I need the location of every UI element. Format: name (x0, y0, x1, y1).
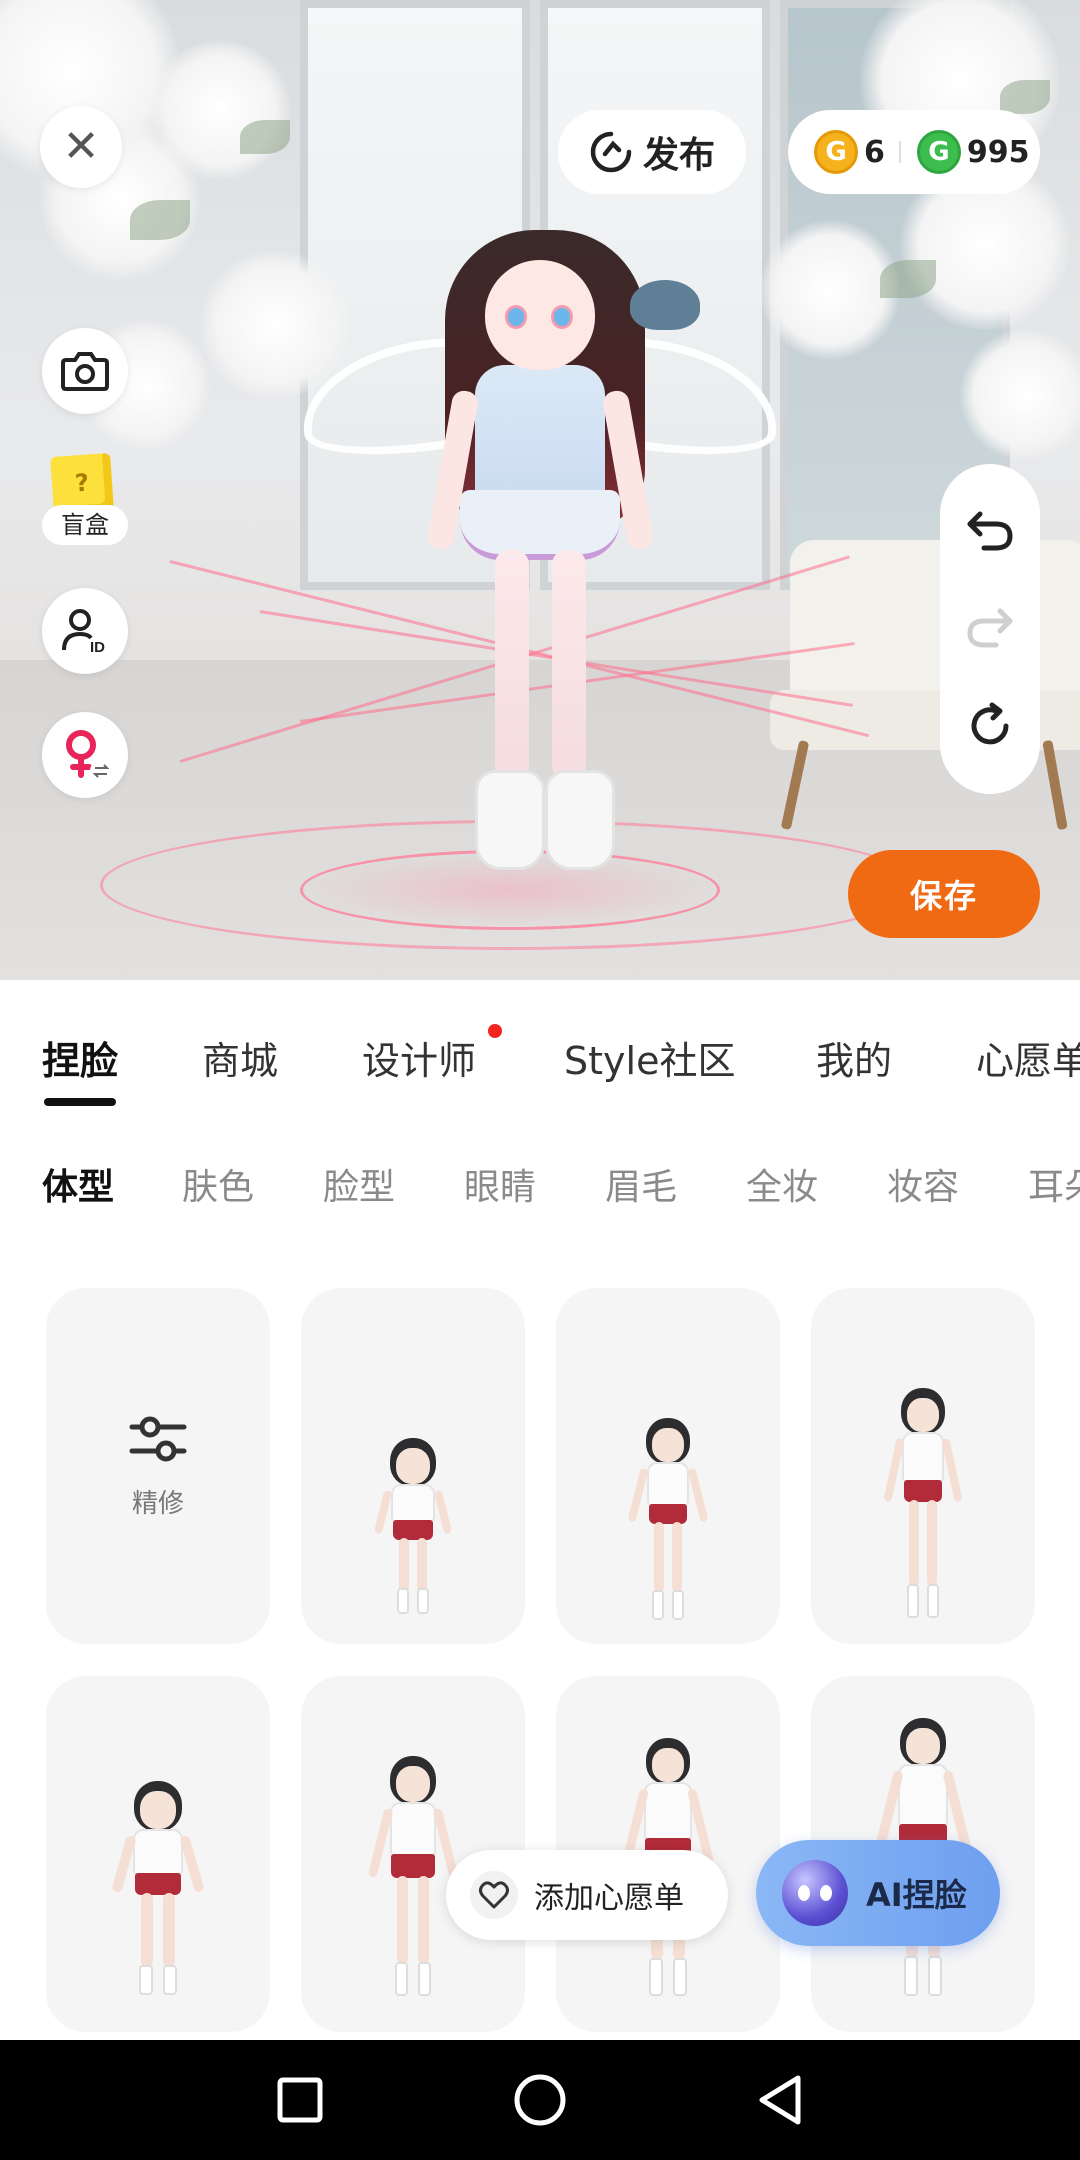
close-icon: ✕ (62, 121, 100, 172)
body-type-figure (373, 1438, 453, 1618)
heart-icon (470, 1871, 518, 1919)
tab-style-community[interactable]: Style社区 (564, 1030, 735, 1085)
avatar-stage[interactable]: ✕ 发布 G 6 G 995 ? 盲盒 ID 保存 (0, 0, 1080, 980)
tab-shop[interactable]: 商城 (202, 1030, 278, 1085)
camera-button[interactable] (42, 328, 128, 414)
subtab-eyes[interactable]: 眼睛 (464, 1158, 536, 1210)
add-to-wishlist-button[interactable]: 添加心愿单 (446, 1850, 728, 1940)
flower (150, 40, 290, 180)
tab-mine[interactable]: 我的 (816, 1030, 892, 1085)
body-type-figure (111, 1781, 205, 2001)
boot (545, 770, 615, 870)
eye (505, 305, 527, 329)
body-type-option[interactable] (556, 1288, 780, 1644)
undo-icon[interactable] (966, 508, 1014, 552)
subtab-body-type[interactable]: 体型 (42, 1158, 114, 1210)
save-button[interactable]: 保存 (848, 850, 1040, 938)
leaf (240, 120, 290, 154)
wishlist-label: 添加心愿单 (534, 1881, 684, 1916)
gender-switch-button[interactable] (42, 712, 128, 798)
system-nav-bar (0, 2040, 1080, 2160)
gold-coin-count: 6 (864, 134, 885, 170)
shark-plush (630, 280, 700, 330)
green-coin-icon: G (916, 130, 961, 174)
body-type-figure (367, 1756, 459, 2006)
skirt (460, 490, 620, 560)
body-type-option[interactable] (46, 1676, 270, 2032)
eye (551, 305, 573, 329)
leaf (880, 260, 936, 298)
body-type-option[interactable] (811, 1288, 1035, 1644)
refine-card[interactable]: 精修 (46, 1288, 270, 1644)
tab-wishlist[interactable]: 心愿单 (976, 1030, 1080, 1085)
subtab-ears[interactable]: 耳朵 (1028, 1158, 1080, 1210)
close-button[interactable]: ✕ (40, 106, 122, 188)
gold-coin-icon: G (814, 130, 858, 174)
redo-icon[interactable] (966, 605, 1014, 649)
designer-badge (488, 1024, 502, 1038)
nav-circle-icon[interactable] (510, 2070, 570, 2130)
blind-box-label: 盲盒 (42, 505, 128, 545)
main-tabs: 捏脸 商城 设计师 Style社区 我的 心愿单 (0, 1020, 1080, 1110)
tab-designer[interactable]: 设计师 (362, 1030, 476, 1085)
gender-switch-icon (66, 730, 112, 782)
category-subtabs: 体型 肤色 脸型 眼睛 眉毛 全妆 妆容 耳朵 (0, 1152, 1080, 1212)
flower (760, 220, 900, 360)
ai-orb-icon (782, 1860, 848, 1926)
publish-button[interactable]: 发布 (558, 110, 746, 194)
sliders-icon (129, 1416, 187, 1461)
subtab-face-shape[interactable]: 脸型 (323, 1158, 395, 1210)
leg (552, 550, 586, 780)
nav-back-icon[interactable] (750, 2070, 810, 2130)
publish-icon (590, 131, 632, 173)
flower (960, 330, 1080, 460)
blind-box-button[interactable]: ? 盲盒 (42, 452, 128, 555)
camera-icon (61, 352, 109, 391)
active-tab-indicator (44, 1098, 116, 1106)
subtab-skin-color[interactable]: 肤色 (182, 1158, 254, 1210)
face (485, 260, 595, 370)
tab-face[interactable]: 捏脸 (42, 1030, 118, 1085)
currency-wallet[interactable]: G 6 G 995 (788, 110, 1040, 194)
subtab-full-makeup[interactable]: 全妆 (746, 1158, 818, 1210)
avatar-id-icon: ID (62, 609, 105, 656)
body-type-figure (626, 1418, 710, 1628)
reset-icon[interactable] (966, 702, 1014, 750)
leaf (1000, 80, 1050, 114)
leaf (130, 200, 190, 240)
body-type-figure (878, 1388, 968, 1628)
ai-label: AI捏脸 (866, 1876, 967, 1914)
avatar-id-button[interactable]: ID (42, 588, 128, 674)
green-coin-count: 995 (966, 134, 1030, 170)
publish-label: 发布 (642, 135, 715, 176)
svg-text:ID: ID (90, 639, 105, 656)
history-controls (940, 464, 1040, 794)
refine-label: 精修 (131, 1488, 184, 1519)
subtab-makeup[interactable]: 妆容 (887, 1158, 959, 1210)
boot (475, 770, 545, 870)
divider (898, 141, 901, 163)
leg (495, 550, 529, 780)
avatar-character[interactable] (293, 190, 787, 930)
ai-face-button[interactable]: AI捏脸 (756, 1840, 1000, 1946)
subtab-eyebrows[interactable]: 眉毛 (605, 1158, 677, 1210)
nav-square-icon[interactable] (270, 2070, 330, 2130)
body-type-option[interactable] (301, 1288, 525, 1644)
